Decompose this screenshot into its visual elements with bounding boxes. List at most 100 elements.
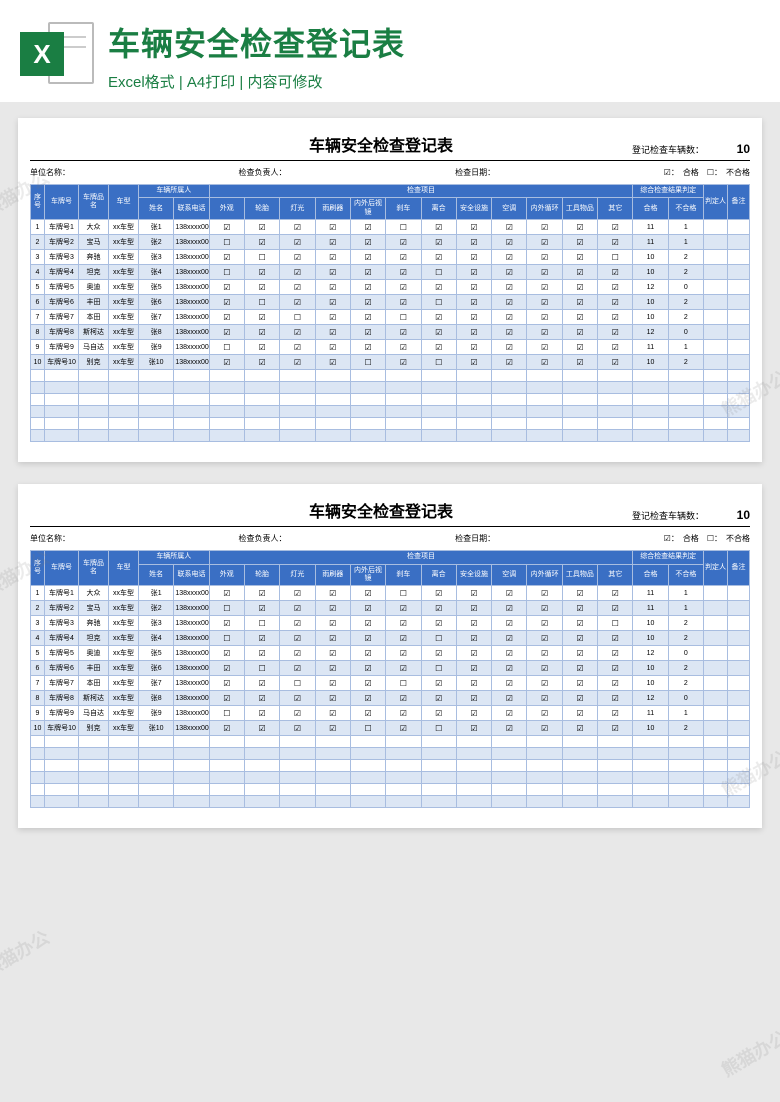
cell-check-11: ☐: [598, 250, 633, 265]
cell-check-2: ☑: [280, 295, 315, 310]
cell-blank: [280, 748, 315, 760]
cell-blank: [31, 430, 45, 442]
cell-model: xx车型: [109, 325, 139, 340]
cell-blank: [527, 430, 562, 442]
cell-blank: [562, 406, 597, 418]
cell-check-5: ☑: [386, 235, 421, 250]
cell-note: [728, 235, 750, 250]
cell-check-10: ☑: [562, 355, 597, 370]
cell-judge: [704, 280, 728, 295]
cell-check-7: ☑: [456, 340, 491, 355]
cell-plate: 车牌号3: [45, 250, 79, 265]
th-item-10: 工具物品: [562, 564, 597, 586]
cell-blank: [174, 406, 209, 418]
cell-blank: [350, 418, 385, 430]
cell-blank: [456, 370, 491, 382]
cell-blank: [139, 748, 174, 760]
cell-check-3: ☑: [315, 250, 350, 265]
cell-name: 张5: [139, 646, 174, 661]
cell-blank: [45, 796, 79, 808]
th-item-7: 安全设施: [456, 198, 491, 220]
cell-blank: [492, 394, 527, 406]
cell-check-6: ☑: [421, 310, 456, 325]
cell-blank: [527, 370, 562, 382]
cell-judge: [704, 706, 728, 721]
cell-check-3: ☑: [315, 235, 350, 250]
cell-note: [728, 355, 750, 370]
cell-check-11: ☑: [598, 340, 633, 355]
cell-blank: [244, 406, 279, 418]
cell-seq: 8: [31, 691, 45, 706]
cell-blank: [280, 796, 315, 808]
cell-blank: [109, 394, 139, 406]
cell-blank: [315, 760, 350, 772]
cell-model: xx车型: [109, 235, 139, 250]
cell-blank: [31, 382, 45, 394]
cell-note: [728, 295, 750, 310]
th-plate: 车牌号: [45, 185, 79, 220]
table-row: 5车牌号5奥迪xx车型张5138xxxx0004☑☑☑☑☑☑☑☑☑☑☑☑120: [31, 646, 750, 661]
cell-check-10: ☑: [562, 661, 597, 676]
cell-phone: 138xxxx0002: [174, 250, 209, 265]
cell-fail: 2: [668, 295, 703, 310]
cell-model: xx车型: [109, 706, 139, 721]
cell-blank: [109, 760, 139, 772]
cell-check-6: ☐: [421, 661, 456, 676]
cell-phone: 138xxxx0007: [174, 691, 209, 706]
table-row: 8车牌号8斯柯达xx车型张8138xxxx0007☑☑☑☑☑☑☑☑☑☑☑☑120: [31, 691, 750, 706]
cell-check-11: ☑: [598, 676, 633, 691]
cell-blank: [79, 430, 109, 442]
cell-blank: [456, 394, 491, 406]
cell-check-7: ☑: [456, 280, 491, 295]
table-row: 6车牌号6丰田xx车型张6138xxxx0005☑☐☑☑☑☑☐☑☑☑☑☑102: [31, 295, 750, 310]
th-item-6: 离合: [421, 564, 456, 586]
cell-check-7: ☑: [456, 355, 491, 370]
cell-brand: 别克: [79, 721, 109, 736]
cell-plate: 车牌号3: [45, 616, 79, 631]
cell-brand: 斯柯达: [79, 691, 109, 706]
cell-blank: [244, 370, 279, 382]
cell-blank: [704, 784, 728, 796]
cell-blank: [421, 418, 456, 430]
cell-check-11: ☑: [598, 646, 633, 661]
cell-model: xx车型: [109, 661, 139, 676]
cell-check-2: ☑: [280, 706, 315, 721]
cell-blank: [728, 418, 750, 430]
cell-blank: [174, 784, 209, 796]
cell-check-7: ☑: [456, 721, 491, 736]
cell-fail: 2: [668, 250, 703, 265]
table-row-blank: [31, 382, 750, 394]
cell-blank: [598, 772, 633, 784]
cell-check-11: ☑: [598, 235, 633, 250]
cell-blank: [527, 784, 562, 796]
cell-blank: [598, 370, 633, 382]
cell-check-1: ☐: [244, 616, 279, 631]
th-item-4: 内外后视镜: [350, 198, 385, 220]
cell-name: 张9: [139, 706, 174, 721]
cell-check-5: ☑: [386, 661, 421, 676]
cell-blank: [527, 748, 562, 760]
table-row: 1车牌号1大众xx车型张1138xxxx0000☑☑☑☑☑☐☑☑☑☑☑☑111: [31, 586, 750, 601]
sheet-page-1: 车辆安全检查登记表登记检查车辆数：10单位名称：检查负责人：检查日期：☑：合格☐…: [18, 118, 762, 462]
cell-blank: [633, 394, 668, 406]
cell-blank: [456, 736, 491, 748]
cell-check-9: ☑: [527, 631, 562, 646]
cell-check-0: ☑: [209, 220, 244, 235]
cell-model: xx车型: [109, 616, 139, 631]
cell-check-7: ☑: [456, 325, 491, 340]
cell-check-9: ☑: [527, 721, 562, 736]
table-row: 9车牌号9马自达xx车型张9138xxxx0008☐☑☑☑☑☑☑☑☑☑☑☑111: [31, 340, 750, 355]
cell-brand: 丰田: [79, 295, 109, 310]
cell-check-9: ☑: [527, 340, 562, 355]
th-item-3: 雨刷器: [315, 564, 350, 586]
cell-blank: [350, 394, 385, 406]
cell-fail: 0: [668, 646, 703, 661]
th-item-7: 安全设施: [456, 564, 491, 586]
cell-check-4: ☑: [350, 706, 385, 721]
cell-check-5: ☑: [386, 616, 421, 631]
cell-blank: [315, 772, 350, 784]
cell-phone: 138xxxx0007: [174, 325, 209, 340]
cell-check-2: ☑: [280, 355, 315, 370]
cell-plate: 车牌号9: [45, 706, 79, 721]
cell-model: xx车型: [109, 586, 139, 601]
